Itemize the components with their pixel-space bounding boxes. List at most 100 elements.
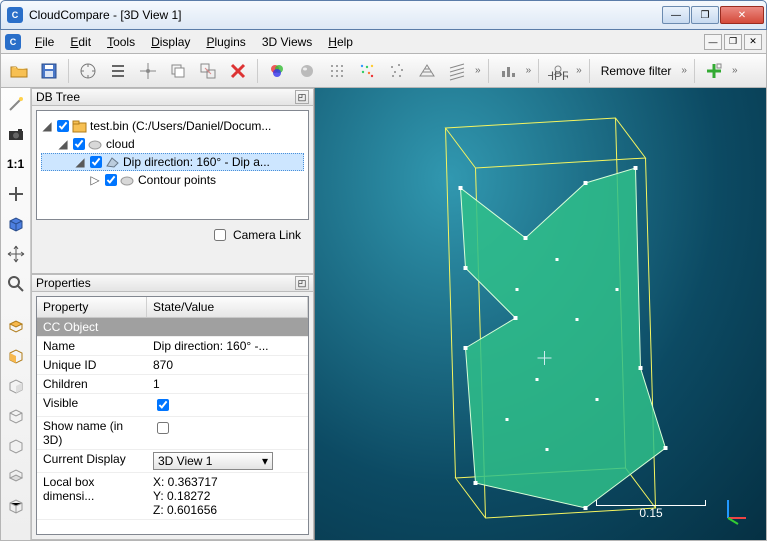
menu-edit[interactable]: Edit bbox=[62, 32, 99, 52]
properties-col-value: State/Value bbox=[147, 297, 308, 317]
remove-filter-button[interactable]: Remove filter bbox=[595, 61, 678, 81]
view-right-button[interactable] bbox=[4, 434, 28, 458]
dots-grid-icon bbox=[327, 61, 347, 81]
scale-1to1-button[interactable]: 1:1 bbox=[4, 152, 28, 176]
toolbar-overflow-5[interactable]: » bbox=[730, 65, 740, 76]
subsample-button[interactable] bbox=[383, 57, 411, 85]
menu-file[interactable]: File bbox=[27, 32, 62, 52]
property-select[interactable]: 3D View 1▾ bbox=[153, 452, 273, 470]
view-front-button[interactable] bbox=[4, 344, 28, 368]
normals-button[interactable] bbox=[293, 57, 321, 85]
expand-toggle-icon[interactable]: ◢ bbox=[74, 155, 86, 169]
tree-item-label: cloud bbox=[106, 137, 135, 151]
toolbar-overflow-3[interactable]: » bbox=[574, 65, 584, 76]
property-row: Local box dimensi...X: 0.363717 Y: 0.182… bbox=[37, 473, 308, 520]
properties-undock-button[interactable]: ◰ bbox=[295, 276, 309, 290]
pick-button[interactable] bbox=[74, 57, 102, 85]
property-row: Visible bbox=[37, 394, 308, 417]
open-button[interactable] bbox=[5, 57, 33, 85]
expand-toggle-icon[interactable]: ◢ bbox=[57, 137, 69, 151]
db-tree[interactable]: ◢test.bin (C:/Users/Daniel/Docum...◢clou… bbox=[36, 110, 309, 220]
property-row: Unique ID870 bbox=[37, 356, 308, 375]
pick-rotation-center-button[interactable] bbox=[4, 92, 28, 116]
tree-item[interactable]: ▷ Contour points bbox=[41, 171, 304, 189]
tree-item-checkbox[interactable] bbox=[73, 138, 85, 150]
compass-icon bbox=[78, 61, 98, 81]
cube-front-icon bbox=[6, 346, 26, 366]
toolbar-overflow-2[interactable]: » bbox=[524, 65, 534, 76]
camera-link-checkbox[interactable] bbox=[214, 229, 226, 241]
menu-display[interactable]: Display bbox=[143, 32, 198, 52]
mesh-button[interactable] bbox=[413, 57, 441, 85]
menu-help[interactable]: Help bbox=[320, 32, 361, 52]
tree-item-label: Contour points bbox=[138, 173, 216, 187]
3d-scene bbox=[315, 88, 766, 540]
3d-viewport[interactable]: 0.15 bbox=[315, 88, 766, 540]
properties-header[interactable]: Properties ◰ bbox=[31, 274, 314, 292]
save-button[interactable] bbox=[35, 57, 63, 85]
minimize-button[interactable]: — bbox=[662, 6, 690, 24]
global-zoom-button[interactable] bbox=[4, 212, 28, 236]
tree-item-checkbox[interactable] bbox=[57, 120, 69, 132]
tree-item-checkbox[interactable] bbox=[105, 174, 117, 186]
sphere-icon bbox=[297, 61, 317, 81]
facet-icon bbox=[105, 155, 120, 169]
floppy-icon bbox=[39, 61, 59, 81]
cloud-icon bbox=[88, 137, 103, 151]
plus-icon bbox=[6, 184, 26, 204]
merge-button[interactable] bbox=[194, 57, 222, 85]
main-toolbar: » » HPR » Remove filter » » bbox=[0, 54, 767, 88]
menu-bar: C File Edit Tools Display Plugins 3D Vie… bbox=[0, 30, 767, 54]
tree-item-checkbox[interactable] bbox=[90, 156, 102, 168]
clone-button[interactable] bbox=[164, 57, 192, 85]
toolbar-overflow-1[interactable]: » bbox=[473, 65, 483, 76]
menu-3d-views[interactable]: 3D Views bbox=[254, 32, 320, 52]
toolbar-overflow-4[interactable]: » bbox=[679, 65, 689, 76]
property-key: Unique ID bbox=[37, 356, 147, 374]
dbtree-header[interactable]: DB Tree ◰ bbox=[31, 88, 314, 106]
bars-icon bbox=[498, 61, 518, 81]
property-key: Show name (in 3D) bbox=[37, 417, 147, 449]
expand-toggle-icon[interactable]: ◢ bbox=[41, 119, 53, 133]
mdi-minimize-button[interactable]: — bbox=[704, 34, 722, 50]
octree-button[interactable] bbox=[323, 57, 351, 85]
tree-item[interactable]: ◢ Dip direction: 160° - Dip a... bbox=[41, 153, 304, 171]
tree-item-label: Dip direction: 160° - Dip a... bbox=[123, 155, 270, 169]
list-button[interactable] bbox=[104, 57, 132, 85]
view-iso1-button[interactable] bbox=[4, 494, 28, 518]
camera-button[interactable] bbox=[4, 122, 28, 146]
iso-view-button[interactable] bbox=[4, 182, 28, 206]
close-button[interactable]: ✕ bbox=[720, 6, 764, 24]
merge-icon bbox=[198, 61, 218, 81]
axis-triad-icon bbox=[720, 494, 752, 526]
sf-button[interactable] bbox=[353, 57, 381, 85]
filter-button[interactable] bbox=[443, 57, 471, 85]
cross-section-button[interactable] bbox=[700, 57, 728, 85]
colors-button[interactable] bbox=[263, 57, 291, 85]
dbtree-title: DB Tree bbox=[36, 90, 80, 104]
mdi-restore-button[interactable]: ❐ bbox=[724, 34, 742, 50]
property-checkbox[interactable] bbox=[157, 422, 169, 434]
view-top-button[interactable] bbox=[4, 314, 28, 338]
view-left-button[interactable] bbox=[4, 404, 28, 428]
delete-button[interactable] bbox=[224, 57, 252, 85]
menu-plugins[interactable]: Plugins bbox=[198, 32, 253, 52]
wand-icon bbox=[6, 94, 26, 114]
expand-toggle-icon[interactable]: ▷ bbox=[89, 173, 101, 187]
properties-table[interactable]: Property State/Value CC ObjectNameDip di… bbox=[36, 296, 309, 535]
menu-tools[interactable]: Tools bbox=[99, 32, 143, 52]
histogram-button[interactable] bbox=[494, 57, 522, 85]
view-back-button[interactable] bbox=[4, 374, 28, 398]
dbtree-undock-button[interactable]: ◰ bbox=[295, 90, 309, 104]
translate-button[interactable] bbox=[4, 242, 28, 266]
view-bottom-button[interactable] bbox=[4, 464, 28, 488]
maximize-button[interactable]: ❐ bbox=[691, 6, 719, 24]
mdi-close-button[interactable]: ✕ bbox=[744, 34, 762, 50]
magnify-button[interactable] bbox=[4, 272, 28, 296]
point-picking-button[interactable] bbox=[134, 57, 162, 85]
hpr-button[interactable]: HPR bbox=[544, 57, 572, 85]
tree-item[interactable]: ◢test.bin (C:/Users/Daniel/Docum... bbox=[41, 117, 304, 135]
tree-item[interactable]: ◢ cloud bbox=[41, 135, 304, 153]
property-key: Current Display bbox=[37, 450, 147, 472]
property-checkbox[interactable] bbox=[157, 399, 169, 411]
